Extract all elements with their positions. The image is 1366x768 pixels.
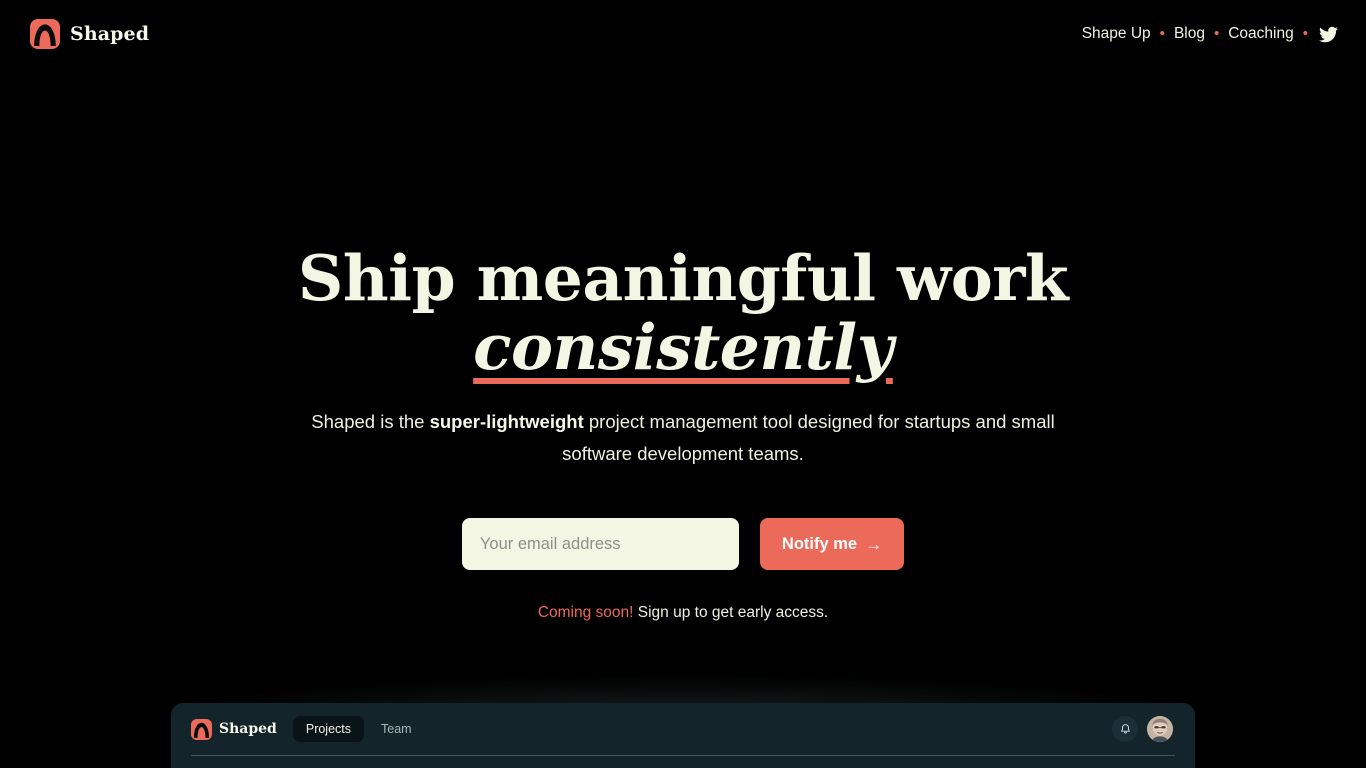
nav-link-coaching[interactable]: Coaching bbox=[1226, 25, 1296, 43]
nav-link-shape-up[interactable]: Shape Up bbox=[1080, 25, 1153, 43]
headline-emphasis-consistently: consistently bbox=[473, 310, 893, 384]
app-brand-name-text: Shaped bbox=[219, 721, 277, 737]
shaped-logo-icon bbox=[30, 19, 60, 49]
signup-note: Coming soon! Sign up to get early access… bbox=[0, 604, 1366, 622]
app-preview-topbar-actions bbox=[1112, 716, 1173, 742]
app-preview-tabs: Projects Team bbox=[292, 715, 425, 743]
user-avatar[interactable] bbox=[1147, 716, 1173, 742]
app-preview-topbar: Shaped Projects Team bbox=[171, 703, 1195, 755]
signup-note-rest: Sign up to get early access. bbox=[633, 604, 829, 621]
shaped-logo-icon bbox=[191, 718, 212, 740]
hero-subheading: Shaped is the super-lightweight project … bbox=[283, 406, 1083, 470]
bell-icon[interactable] bbox=[1112, 716, 1138, 742]
notify-me-label: Notify me bbox=[781, 534, 858, 553]
brand-logo-link[interactable]: Shaped bbox=[30, 19, 149, 49]
twitter-bird-icon[interactable] bbox=[1319, 25, 1338, 44]
primary-nav-links: Shape Up • Blog • Coaching • bbox=[1080, 25, 1338, 44]
tab-team[interactable]: Team bbox=[368, 716, 425, 743]
email-input[interactable] bbox=[461, 518, 739, 570]
headline-line-2: consistently bbox=[0, 316, 1366, 379]
headline-line-1: Ship meaningful work bbox=[297, 241, 1069, 315]
subhead-text-before: Shaped is the bbox=[311, 411, 430, 432]
brand-name-text: Shaped bbox=[70, 22, 150, 45]
subhead-text-after: project management tool designed for sta… bbox=[562, 411, 1055, 464]
nav-link-blog[interactable]: Blog bbox=[1172, 25, 1207, 43]
top-navigation-bar: Shaped Shape Up • Blog • Coaching • bbox=[0, 0, 1366, 68]
coming-soon-badge: Coming soon! bbox=[537, 604, 634, 621]
nav-separator-dot: • bbox=[1302, 24, 1308, 42]
nav-separator-dot: • bbox=[1213, 24, 1220, 42]
email-signup-form: Notify me → bbox=[0, 518, 1366, 570]
app-preview-panel: Shaped Projects Team bbox=[171, 703, 1195, 768]
tab-projects[interactable]: Projects bbox=[292, 715, 365, 743]
subhead-text-bold: super-lightweight bbox=[429, 411, 584, 432]
app-brand: Shaped bbox=[191, 718, 277, 740]
notify-me-button[interactable]: Notify me → bbox=[759, 518, 905, 570]
arrow-right-icon: → bbox=[865, 534, 883, 554]
page-title: Ship meaningful work consistently bbox=[0, 247, 1366, 379]
app-preview-divider bbox=[191, 755, 1175, 756]
nav-separator-dot: • bbox=[1159, 24, 1165, 42]
